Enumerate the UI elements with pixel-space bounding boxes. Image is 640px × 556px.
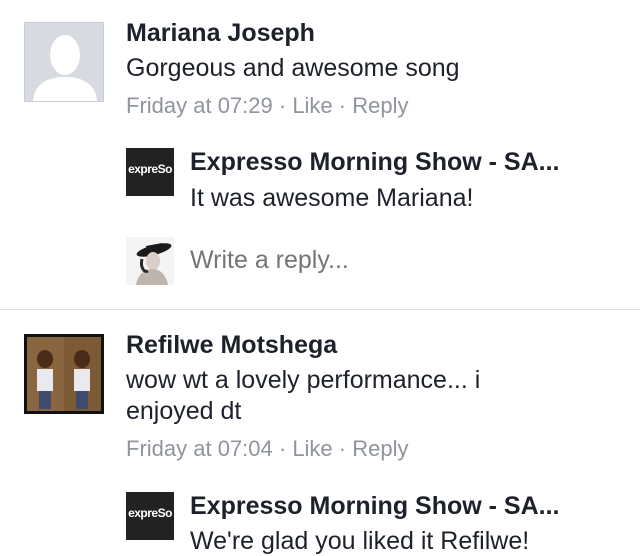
comment-author[interactable]: Refilwe Motshega	[126, 331, 337, 360]
comment-text: Gorgeous and awesome song	[126, 54, 460, 82]
comment-text: wow wt a lovely performance... i	[126, 366, 481, 394]
reply-author[interactable]: Expresso Morning Show - SA...	[190, 492, 620, 521]
current-user-avatar	[126, 237, 174, 285]
user-photo-icon	[27, 337, 101, 411]
reply-author[interactable]: Expresso Morning Show - SA...	[190, 148, 620, 177]
meta-separator: ·	[272, 436, 293, 461]
like-link[interactable]: Like	[292, 436, 332, 461]
expresso-logo-icon: expreSo	[128, 506, 172, 520]
default-avatar[interactable]	[24, 22, 104, 102]
meta-separator: ·	[272, 93, 293, 118]
person-silhouette-icon	[25, 23, 103, 101]
reply-link[interactable]: Reply	[352, 93, 408, 118]
reply-avatar[interactable]: expreSo	[126, 148, 174, 196]
comment-timestamp[interactable]: Friday at 07:04	[126, 436, 273, 461]
comment-timestamp[interactable]: Friday at 07:29	[126, 93, 273, 118]
write-reply-input[interactable]	[190, 246, 610, 275]
meta-separator: ·	[332, 93, 353, 118]
user-photo-icon	[126, 237, 174, 285]
comment-meta: Friday at 07:29 · Like · Reply	[126, 93, 408, 119]
reply-text: We're glad you liked it Refilwe!	[190, 527, 530, 555]
comment-author[interactable]: Mariana Joseph	[126, 19, 315, 48]
reply-avatar[interactable]: expreSo	[126, 492, 174, 540]
comment-meta: Friday at 07:04 · Like · Reply	[126, 436, 408, 462]
reply-link[interactable]: Reply	[352, 436, 408, 461]
comment-divider	[0, 309, 640, 310]
like-link[interactable]: Like	[292, 93, 332, 118]
expresso-logo-icon: expreSo	[128, 162, 172, 176]
reply-text: It was awesome Mariana!	[190, 184, 474, 212]
meta-separator: ·	[332, 436, 353, 461]
comment-text-continued: enjoyed dt	[126, 397, 242, 425]
user-avatar[interactable]	[24, 334, 104, 414]
